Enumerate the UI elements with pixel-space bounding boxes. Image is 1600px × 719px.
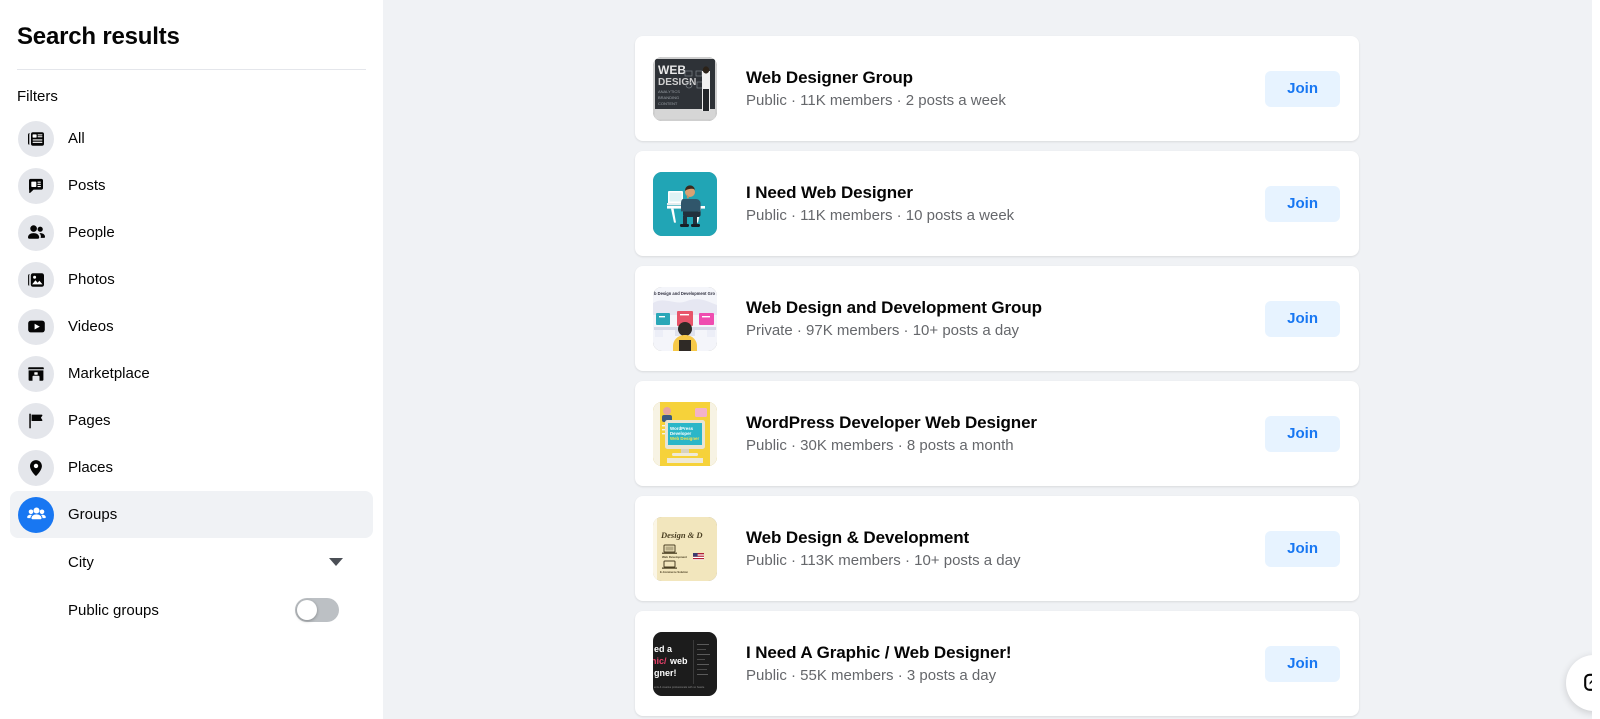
cards-icon xyxy=(18,120,54,157)
group-name: I Need Web Designer xyxy=(746,182,913,202)
public-groups-filter-row[interactable]: Public groups xyxy=(10,586,373,634)
filters-sidebar: Search results Filters All Posts People … xyxy=(0,0,383,719)
group-meta: Public · 11K members · 2 posts a week xyxy=(746,91,1006,109)
sidebar-item-marketplace[interactable]: Marketplace xyxy=(10,350,373,397)
filter-list: All Posts People Photos Videos Marketpla… xyxy=(0,107,383,538)
group-meta: Public · 30K members · 8 posts a month xyxy=(746,436,1014,454)
svg-text:BRANDING: BRANDING xyxy=(658,95,679,100)
svg-text:E-Commerce Solution: E-Commerce Solution xyxy=(660,570,688,574)
group-name: Web Designer Group xyxy=(746,67,913,87)
sidebar-item-photos[interactable]: Photos xyxy=(10,256,373,303)
sidebar-item-label: Places xyxy=(68,458,114,476)
join-button[interactable]: Join xyxy=(1265,530,1340,567)
group-name: Web Design and Development Group xyxy=(746,297,1042,317)
svg-text:Web Designer: Web Designer xyxy=(670,436,699,441)
comment-icon xyxy=(18,167,54,204)
list-item[interactable]: WEB DESIGN ANALYTICS BRANDING CONTENT Web De… xyxy=(635,36,1359,141)
join-button[interactable]: Join xyxy=(1265,415,1340,452)
list-item[interactable]: Design & D Web Development E-Commerce Solu… xyxy=(635,496,1359,601)
flag-icon xyxy=(18,402,54,439)
sidebar-item-people[interactable]: People xyxy=(10,209,373,256)
group-thumbnail: ed a hic/web gner! ents & creative professi… xyxy=(653,631,717,696)
join-button[interactable]: Join xyxy=(1265,645,1340,682)
chevron-down-icon xyxy=(329,558,343,566)
public-groups-toggle[interactable] xyxy=(295,598,339,622)
group-thumbnail: b Design and Development Gro xyxy=(653,286,717,351)
svg-text:ed a: ed a xyxy=(654,644,673,654)
group-meta: Public · 55K members · 3 posts a day xyxy=(746,666,997,684)
group-meta: Public · 11K members · 10 posts a week xyxy=(746,206,1015,224)
group-info: Web Design and Development Group Private… xyxy=(717,297,1265,341)
svg-text:b Design and Development Gro: b Design and Development Gro xyxy=(654,291,715,296)
sidebar-item-label: Photos xyxy=(68,270,115,288)
sidebar-item-videos[interactable]: Videos xyxy=(10,303,373,350)
filters-heading: Filters xyxy=(17,88,58,105)
list-item[interactable]: I Need Web Designer Public · 11K members… xyxy=(635,151,1359,256)
photo-icon xyxy=(18,261,54,298)
list-item[interactable]: b Design and Development Gro Web Design … xyxy=(635,266,1359,371)
group-info: Web Design & Development Public · 113K m… xyxy=(717,527,1265,571)
sidebar-item-posts[interactable]: Posts xyxy=(10,162,373,209)
sidebar-item-label: Pages xyxy=(68,411,111,429)
group-info: Web Designer Group Public · 11K members … xyxy=(717,67,1265,111)
svg-text:ents & creative professionals: ents & creative professionals with no ha… xyxy=(654,685,705,689)
list-item[interactable]: ed a hic/web gner! ents & creative professi… xyxy=(635,611,1359,716)
search-results-page: Search results Filters All Posts People … xyxy=(0,0,1600,719)
group-meta: Public · 113K members · 10+ posts a day xyxy=(746,551,1021,569)
join-button[interactable]: Join xyxy=(1265,70,1340,107)
location-pin-icon xyxy=(18,449,54,486)
join-button[interactable]: Join xyxy=(1265,300,1340,337)
list-item[interactable]: WordPress Developer Web Designer WordPress… xyxy=(635,381,1359,486)
people-icon xyxy=(18,214,54,251)
sidebar-item-label: Marketplace xyxy=(68,364,150,382)
svg-text:hic/: hic/ xyxy=(653,656,667,666)
group-info: I Need Web Designer Public · 11K members… xyxy=(717,182,1265,226)
group-thumbnail: WordPress Developer Web Designer xyxy=(653,401,717,466)
sidebar-item-label: Posts xyxy=(68,176,106,194)
sidebar-item-groups[interactable]: Groups xyxy=(10,491,373,538)
group-info: I Need A Graphic / Web Designer! Public … xyxy=(717,642,1265,686)
sidebar-item-label: Groups xyxy=(68,505,118,523)
svg-text:Design & D: Design & D xyxy=(660,530,703,540)
svg-text:Web Development: Web Development xyxy=(662,555,687,559)
city-filter-dropdown[interactable]: City xyxy=(10,538,373,586)
groups-icon xyxy=(18,496,54,533)
group-thumbnail xyxy=(653,171,717,236)
city-filter-label: City xyxy=(68,553,94,571)
sidebar-item-all[interactable]: All xyxy=(10,115,373,162)
sidebar-item-label: People xyxy=(68,223,115,241)
group-results-list: WEB DESIGN ANALYTICS BRANDING CONTENT Web De… xyxy=(635,36,1359,719)
sidebar-item-label: Videos xyxy=(68,317,114,335)
group-info: WordPress Developer Web Designer Public … xyxy=(717,412,1265,456)
toggle-knob xyxy=(297,600,317,620)
group-thumbnail: Design & D Web Development E-Commerce Solu… xyxy=(653,516,717,581)
svg-text:ANALYTICS: ANALYTICS xyxy=(658,89,680,94)
svg-text:gner!: gner! xyxy=(654,668,677,678)
group-name: WordPress Developer Web Designer xyxy=(746,412,1037,432)
scrollbar-track[interactable] xyxy=(1592,0,1600,719)
page-title: Search results xyxy=(17,23,180,50)
group-thumbnail: WEB DESIGN ANALYTICS BRANDING CONTENT xyxy=(653,56,717,121)
sidebar-item-pages[interactable]: Pages xyxy=(10,397,373,444)
storefront-icon xyxy=(18,355,54,392)
group-subfilters: City Public groups xyxy=(0,538,383,634)
public-groups-label: Public groups xyxy=(68,601,159,619)
group-meta: Private · 97K members · 10+ posts a day xyxy=(746,321,1020,339)
group-name: Web Design & Development xyxy=(746,527,970,547)
results-area: WEB DESIGN ANALYTICS BRANDING CONTENT Web De… xyxy=(383,0,1600,719)
svg-text:CONTENT: CONTENT xyxy=(658,101,678,106)
svg-text:web: web xyxy=(669,656,688,666)
join-button[interactable]: Join xyxy=(1265,185,1340,222)
group-name: I Need A Graphic / Web Designer! xyxy=(746,642,1012,662)
svg-text:WEB: WEB xyxy=(658,63,686,77)
sidebar-item-label: All xyxy=(68,129,85,147)
sidebar-item-places[interactable]: Places xyxy=(10,444,373,491)
video-icon xyxy=(18,308,54,345)
